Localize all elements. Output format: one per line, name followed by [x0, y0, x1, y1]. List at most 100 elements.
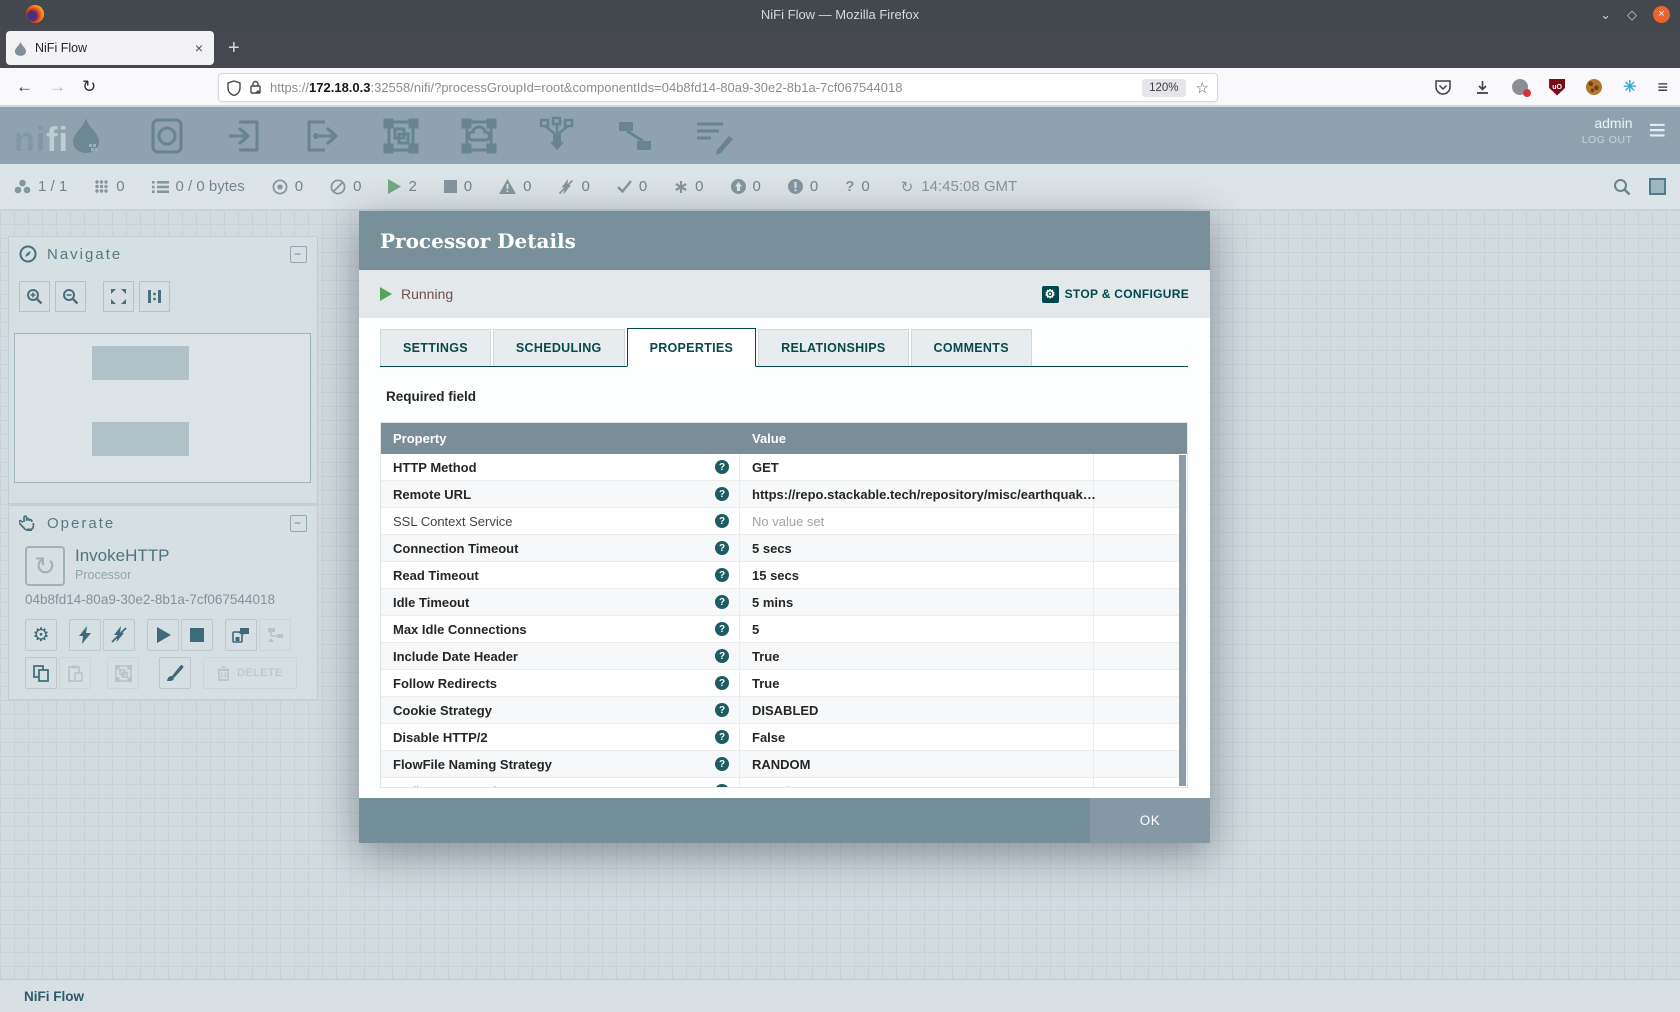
property-value[interactable]: No value set [740, 778, 1094, 788]
ublock-extension-icon[interactable]: uO [1549, 79, 1565, 96]
property-row[interactable]: Remote URL?https://repo.stackable.tech/r… [381, 481, 1187, 508]
drag-process-group-icon[interactable] [379, 114, 423, 158]
copy-button[interactable] [25, 657, 57, 689]
property-help-icon[interactable]: ? [715, 622, 729, 636]
tab-close-icon[interactable]: × [192, 40, 206, 56]
property-row[interactable]: Include Date Header?True [381, 643, 1187, 670]
property-row[interactable]: Cookie Strategy?DISABLED [381, 697, 1187, 724]
logout-link[interactable]: LOG OUT [1582, 134, 1633, 146]
property-value[interactable]: GET [740, 454, 1094, 480]
ok-button[interactable]: OK [1090, 798, 1210, 843]
drag-input-port-icon[interactable] [223, 114, 267, 158]
property-help-icon[interactable]: ? [715, 730, 729, 744]
group-button[interactable] [107, 657, 139, 689]
table-scrollbar[interactable] [1179, 455, 1186, 786]
property-value[interactable]: RANDOM [740, 751, 1094, 777]
delete-button[interactable]: DELETE [203, 657, 297, 689]
property-row[interactable]: Read Timeout?15 secs [381, 562, 1187, 589]
property-value[interactable]: 15 secs [740, 562, 1094, 588]
tab-settings[interactable]: SETTINGS [380, 329, 491, 366]
lock-icon[interactable] [249, 80, 262, 95]
window-close-button[interactable]: × [1653, 6, 1670, 23]
property-value[interactable]: True [740, 643, 1094, 669]
tab-relationships[interactable]: RELATIONSHIPS [758, 329, 908, 366]
property-help-icon[interactable]: ? [715, 676, 729, 690]
tab-scheduling[interactable]: SCHEDULING [493, 329, 625, 366]
start-button[interactable] [147, 619, 179, 651]
property-help-icon[interactable]: ? [715, 487, 729, 501]
property-row[interactable]: HTTP Method?GET [381, 454, 1187, 481]
new-tab-button[interactable]: + [228, 37, 240, 60]
drag-funnel-icon[interactable] [535, 114, 579, 158]
tab-comments[interactable]: COMMENTS [911, 329, 1032, 366]
property-help-icon[interactable]: ? [715, 703, 729, 717]
tab-nifi-flow[interactable]: NiFi Flow × [6, 31, 214, 65]
disable-button[interactable] [103, 619, 135, 651]
property-help-icon[interactable]: ? [715, 568, 729, 582]
browser-menu-icon[interactable]: ≡ [1657, 77, 1668, 98]
zoom-fit-button[interactable] [103, 281, 134, 312]
drag-label-icon[interactable] [691, 114, 735, 158]
reload-button[interactable]: ↻ [82, 77, 96, 97]
property-row[interactable]: Attributes to Send?No value set [381, 778, 1187, 788]
tab-properties[interactable]: PROPERTIES [627, 328, 757, 367]
property-value[interactable]: DISABLED [740, 697, 1094, 723]
property-row[interactable]: Disable HTTP/2?False [381, 724, 1187, 751]
property-row[interactable]: Follow Redirects?True [381, 670, 1187, 697]
property-help-icon[interactable]: ? [715, 514, 729, 528]
change-version-button[interactable] [259, 619, 291, 651]
property-value[interactable]: True [740, 670, 1094, 696]
configure-button[interactable]: ⚙ [25, 619, 57, 651]
navigate-collapse-button[interactable]: − [290, 246, 307, 263]
property-help-icon[interactable]: ? [715, 595, 729, 609]
drag-output-port-icon[interactable] [301, 114, 345, 158]
property-help-icon[interactable]: ? [715, 460, 729, 474]
global-menu-icon[interactable]: ≡ [1648, 119, 1666, 143]
property-row[interactable]: FlowFile Naming Strategy?RANDOM [381, 751, 1187, 778]
property-value[interactable]: False [740, 724, 1094, 750]
refresh-icon[interactable]: ↻ [901, 178, 914, 196]
stop-and-configure-button[interactable]: ⚙ STOP & CONFIGURE [1042, 286, 1189, 303]
zoom-in-button[interactable] [19, 281, 50, 312]
window-minimize-button[interactable]: ⌄ [1600, 8, 1611, 21]
zoom-actual-size-button[interactable] [139, 281, 170, 312]
property-row[interactable]: Connection Timeout?5 secs [381, 535, 1187, 562]
breadcrumb[interactable]: NiFi Flow [24, 989, 84, 1004]
cookie-extension-icon[interactable] [1586, 79, 1602, 95]
drag-template-icon[interactable] [613, 114, 657, 158]
paste-button[interactable] [59, 657, 91, 689]
forward-button[interactable]: → [49, 77, 66, 97]
panel-toggle-icon[interactable] [1649, 178, 1666, 195]
property-value[interactable]: https://repo.stackable.tech/repository/m… [740, 481, 1094, 507]
back-button[interactable]: ← [16, 77, 33, 97]
property-value[interactable]: No value set [740, 508, 1094, 534]
url-bar[interactable]: https://172.18.0.3:32558/nifi/?processGr… [218, 73, 1218, 102]
pocket-icon[interactable] [1434, 78, 1452, 96]
search-icon[interactable] [1613, 178, 1631, 196]
property-value[interactable]: 5 [740, 616, 1094, 642]
property-help-icon[interactable]: ? [715, 784, 729, 788]
zoom-level-badge[interactable]: 120% [1142, 79, 1185, 97]
property-row[interactable]: Idle Timeout?5 mins [381, 589, 1187, 616]
downloads-icon[interactable] [1473, 78, 1491, 96]
save-template-button[interactable] [225, 619, 257, 651]
property-value[interactable]: 5 mins [740, 589, 1094, 615]
window-maximize-button[interactable]: ◇ [1627, 8, 1637, 21]
birdseye-minimap[interactable] [14, 333, 311, 483]
drag-remote-process-group-icon[interactable] [457, 114, 501, 158]
color-button[interactable] [159, 657, 191, 689]
zoom-out-button[interactable] [55, 281, 86, 312]
operate-collapse-button[interactable]: − [290, 515, 307, 532]
shield-icon[interactable] [227, 80, 241, 96]
property-help-icon[interactable]: ? [715, 757, 729, 771]
bookmark-star-icon[interactable]: ☆ [1196, 79, 1209, 97]
extension-asterisk-icon[interactable]: ✳ [1623, 77, 1636, 97]
drag-processor-icon[interactable] [145, 114, 189, 158]
property-help-icon[interactable]: ? [715, 541, 729, 555]
stop-button[interactable] [181, 619, 213, 651]
property-row[interactable]: SSL Context Service?No value set [381, 508, 1187, 535]
property-row[interactable]: Max Idle Connections?5 [381, 616, 1187, 643]
property-value[interactable]: 5 secs [740, 535, 1094, 561]
container-extension-icon[interactable] [1512, 79, 1528, 95]
property-help-icon[interactable]: ? [715, 649, 729, 663]
